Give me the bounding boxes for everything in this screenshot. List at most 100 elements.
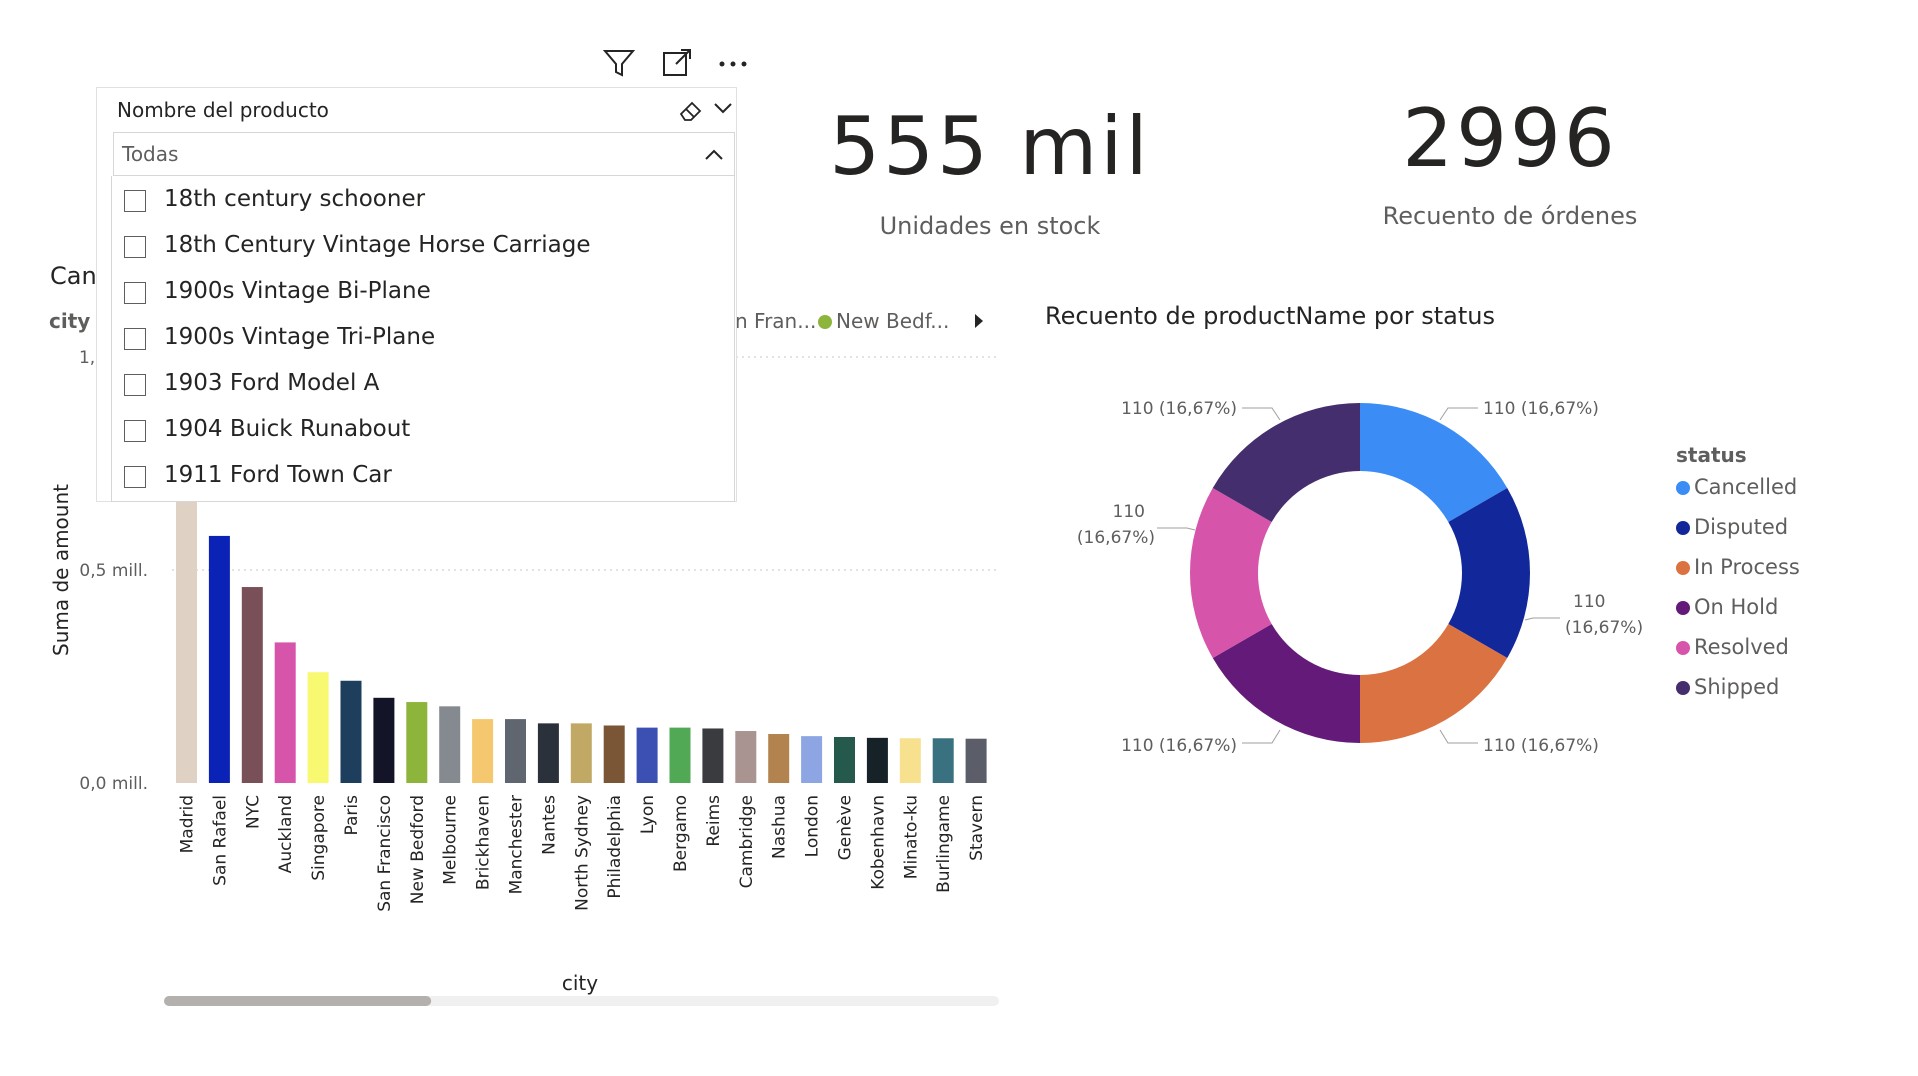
bar[interactable] [801, 736, 823, 783]
checkbox[interactable] [124, 282, 146, 304]
donut-legend-item[interactable]: In Process [1676, 555, 1800, 579]
bar[interactable] [834, 736, 855, 783]
checkbox[interactable] [124, 236, 146, 258]
focus-mode-icon[interactable] [660, 46, 694, 80]
legend-dot [1676, 601, 1690, 615]
donut-legend-label: Cancelled [1694, 475, 1798, 499]
legend-dot [1676, 481, 1690, 495]
slicer-list: 18th century schooner 18th Century Vinta… [111, 176, 735, 502]
bar[interactable] [636, 727, 658, 783]
donut-legend-label: Disputed [1694, 515, 1789, 539]
orders-count-value: 2996 [1402, 92, 1618, 185]
donut-legend-item[interactable]: Shipped [1676, 675, 1779, 699]
checkbox[interactable] [124, 420, 146, 442]
slicer-item[interactable]: 1900s Vintage Tri-Plane [112, 318, 732, 362]
bar-x-tick: Melbourne [441, 795, 461, 885]
slicer-dropdown[interactable]: Todas [113, 132, 735, 176]
checkbox[interactable] [124, 374, 146, 396]
checkbox[interactable] [124, 466, 146, 488]
donut-data-label-percent: (16,67%) [1565, 618, 1643, 638]
chevron-down-icon[interactable] [711, 96, 735, 120]
bar-y-tick: 0,0 mill. [79, 774, 148, 794]
bar[interactable] [241, 587, 263, 783]
bar-x-axis-label: city [562, 971, 598, 995]
donut-chart-title: Recuento de productName por status [1045, 302, 1495, 330]
donut-leader-line [1524, 617, 1560, 621]
bar-x-tick: Nashua [770, 795, 790, 859]
slicer-item[interactable]: 1903 Ford Model A [112, 364, 732, 408]
bar[interactable] [274, 642, 296, 783]
bar[interactable] [603, 725, 625, 783]
slicer-item[interactable]: 1904 Buick Runabout [112, 410, 732, 454]
checkbox[interactable] [124, 328, 146, 350]
eraser-icon[interactable] [677, 96, 705, 124]
bar-x-tick: Minato-ku [901, 795, 921, 879]
donut-legend-item[interactable]: Disputed [1676, 515, 1788, 539]
slicer-item-label: 18th century schooner [164, 186, 426, 212]
bar-x-tick: Brickhaven [474, 795, 494, 890]
bar-x-tick: London [803, 795, 823, 857]
bar[interactable] [439, 706, 461, 783]
slicer-item-label: 1904 Buick Runabout [164, 416, 411, 442]
slicer-item[interactable]: 18th century schooner [112, 180, 732, 224]
bar[interactable] [932, 738, 954, 783]
bar-x-tick: Kobenhavn [868, 795, 888, 890]
bar-x-tick: New Bedford [408, 795, 428, 904]
slicer-item-label: 18th Century Vintage Horse Carriage [164, 232, 591, 258]
slicer-item[interactable]: 1900s Vintage Bi-Plane [112, 272, 732, 316]
horizontal-scrollbar-thumb[interactable] [164, 996, 432, 1006]
legend-dot [1676, 521, 1690, 535]
bar-legend-dot-2 [818, 315, 832, 329]
checkbox[interactable] [124, 190, 146, 212]
donut-data-label: 110 (16,67%) [1483, 399, 1599, 419]
donut-chart: 110 (16,67%) 110 (16,67%) 110 (16,67%) 110 (… [1077, 399, 1643, 756]
bar[interactable] [866, 737, 888, 783]
bar-x-tick: Bergamo [671, 795, 691, 872]
donut-leader-line [1242, 407, 1281, 421]
bar-y-tick: 0,5 mill. [79, 561, 148, 581]
slicer-item-label: 1903 Ford Model A [164, 370, 380, 396]
bar-x-tick: North Sydney [572, 795, 592, 911]
units-in-stock-value: 555 mil [829, 100, 1151, 193]
bar[interactable] [570, 723, 592, 783]
bar[interactable] [406, 702, 428, 783]
bar[interactable] [373, 697, 395, 783]
more-options-icon[interactable] [716, 46, 750, 80]
chevron-up-icon[interactable] [702, 143, 726, 167]
slicer-item[interactable]: 18th Century Vintage Horse Carriage [112, 226, 732, 270]
slicer-item-label: 1900s Vintage Tri-Plane [164, 324, 436, 350]
bar[interactable] [965, 738, 987, 783]
donut-legend-item[interactable]: On Hold [1676, 595, 1778, 619]
filter-icon[interactable] [602, 46, 636, 80]
bar-x-tick: Reims [704, 795, 724, 847]
bar[interactable] [340, 680, 362, 783]
bar-x-tick: Paris [342, 795, 362, 836]
bar[interactable] [669, 727, 691, 783]
donut-legend-item[interactable]: Cancelled [1676, 475, 1797, 499]
donut-data-label-percent: (16,67%) [1077, 528, 1155, 548]
donut-data-label: 110 (16,67%) [1121, 736, 1237, 756]
legend-next-arrow[interactable] [970, 310, 988, 332]
bar-x-tick: Genève [836, 795, 856, 860]
bar-x-tick: Burlingame [934, 795, 954, 893]
bar-x-tick: San Rafael [210, 795, 230, 886]
bar[interactable] [768, 734, 790, 783]
bar[interactable] [537, 723, 559, 783]
donut-legend-item[interactable]: Resolved [1676, 635, 1789, 659]
bar[interactable] [505, 719, 526, 783]
bar[interactable] [702, 728, 724, 783]
slicer-item-label: 1900s Vintage Bi-Plane [164, 278, 431, 304]
bar[interactable] [208, 535, 230, 783]
bar[interactable] [307, 672, 329, 783]
bar-x-tick: Cambridge [737, 795, 757, 888]
bar[interactable] [472, 719, 494, 783]
slicer-title: Nombre del producto [117, 98, 329, 122]
slicer-item[interactable]: 1911 Ford Town Car [112, 456, 732, 500]
bar-x-tick: Lyon [638, 795, 658, 834]
donut-data-label-value: 110 [1113, 502, 1145, 522]
bar-y-axis-label: Suma de amount [49, 484, 73, 656]
bar[interactable] [899, 738, 921, 783]
bar[interactable] [735, 731, 757, 783]
units-in-stock-label: Unidades en stock [879, 212, 1101, 240]
donut-leader-line [1157, 527, 1196, 531]
